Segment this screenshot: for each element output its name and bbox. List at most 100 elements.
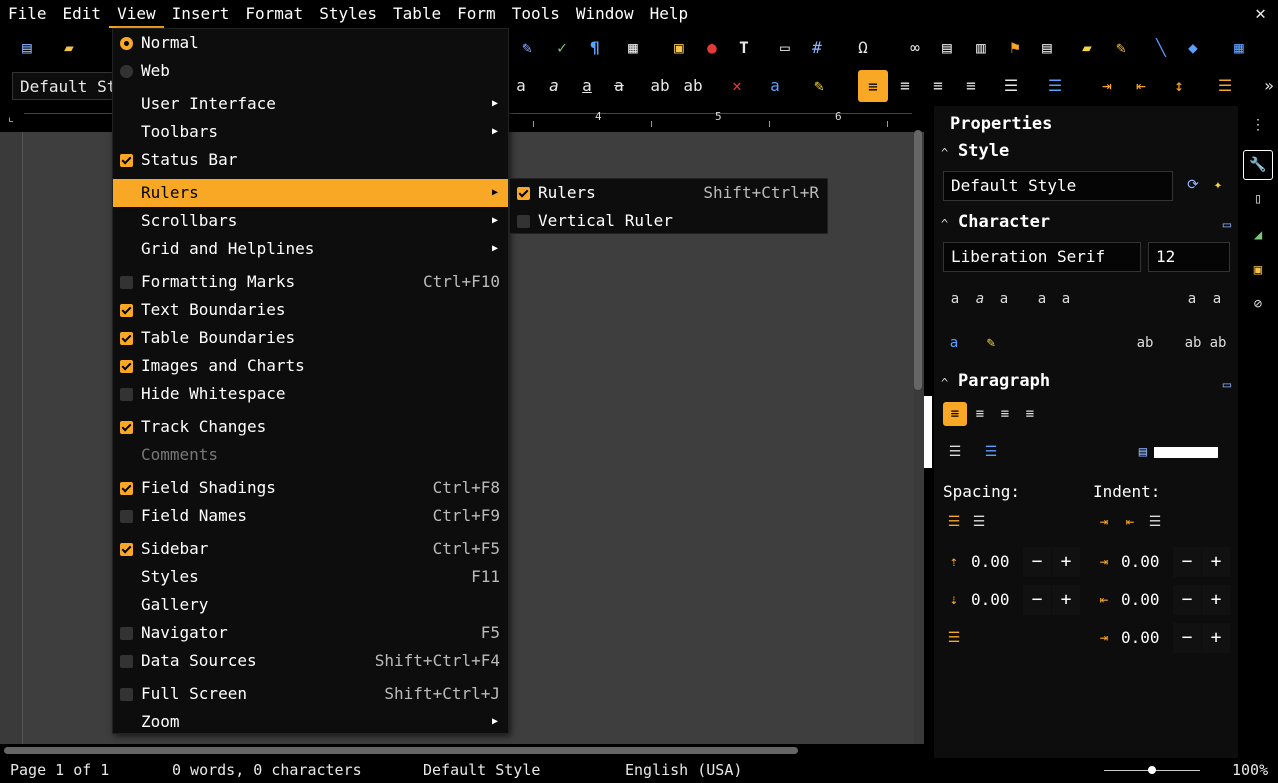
menu-item-images-charts[interactable]: Images and Charts — [113, 352, 508, 380]
subscript-icon[interactable]: ab — [1207, 332, 1229, 354]
styles-tab-icon[interactable]: ◢ — [1247, 224, 1269, 246]
justify-icon[interactable]: ≡ — [1019, 403, 1041, 425]
below-spacing-plus-button[interactable]: + — [1052, 585, 1080, 615]
special-character-icon[interactable]: Ω — [852, 36, 874, 58]
style-section-header[interactable]: Style — [958, 141, 1009, 161]
menu-item-track-changes[interactable]: Track Changes — [113, 413, 508, 441]
insert-textbox-icon[interactable]: T — [733, 36, 755, 58]
align-left-icon[interactable]: ≡ — [943, 402, 967, 426]
menu-item-status-bar[interactable]: Status Bar — [113, 146, 508, 174]
menu-help[interactable]: Help — [642, 0, 697, 28]
after-indent-value[interactable]: 0.00 — [1121, 590, 1160, 609]
bookmark-icon[interactable]: ⚑ — [1004, 36, 1026, 58]
menu-insert[interactable]: Insert — [164, 0, 238, 28]
more-character-options-icon[interactable]: ▭ — [1216, 214, 1238, 236]
first-line-indent-minus-button[interactable]: − — [1173, 623, 1201, 653]
below-spacing-minus-button[interactable]: − — [1023, 585, 1051, 615]
increase-spacing-icon[interactable]: ☰ — [943, 511, 965, 533]
menu-table[interactable]: Table — [385, 0, 449, 28]
paragraph-section-header[interactable]: Paragraph — [958, 371, 1050, 391]
first-line-indent-value[interactable]: 0.00 — [1121, 628, 1160, 647]
menu-window[interactable]: Window — [568, 0, 642, 28]
new-style-icon[interactable]: ✦ — [1207, 174, 1229, 196]
horizontal-scrollbar[interactable] — [4, 747, 798, 754]
grow-font-icon[interactable]: a — [1181, 288, 1203, 310]
menu-item-navigator[interactable]: Navigator F5 — [113, 619, 508, 647]
menu-item-table-boundaries[interactable]: Table Boundaries — [113, 324, 508, 352]
italic-icon[interactable]: a — [543, 74, 565, 96]
autocorrect-icon[interactable]: ✎ — [516, 36, 538, 58]
paragraph-spacing-icon[interactable]: ☰ — [1214, 74, 1236, 96]
new-document-icon[interactable]: ▤ — [16, 36, 38, 58]
page-tab-icon[interactable]: ▯ — [1247, 188, 1269, 210]
draw-functions-icon[interactable]: ▦ — [1228, 36, 1250, 58]
above-spacing-plus-button[interactable]: + — [1052, 547, 1080, 577]
spellcheck-icon[interactable]: ✓ — [551, 36, 573, 58]
decrease-indent-icon[interactable]: ⇤ — [1130, 74, 1152, 96]
comment-icon[interactable]: ▰ — [1076, 36, 1098, 58]
after-indent-minus-button[interactable]: − — [1173, 585, 1201, 615]
tab-stop-icon[interactable]: ⌞ — [4, 110, 18, 124]
line-spacing-icon[interactable]: ☰ — [943, 627, 965, 649]
first-line-indent-plus-button[interactable]: + — [1202, 623, 1230, 653]
superscript-icon[interactable]: ab — [1182, 332, 1204, 354]
subscript-icon[interactable]: ab — [682, 74, 704, 96]
zoom-level[interactable]: 100% — [1232, 761, 1268, 779]
page-break-icon[interactable]: ▭ — [774, 36, 796, 58]
shrink-font-icon[interactable]: a — [1206, 288, 1228, 310]
font-color-icon[interactable]: a — [943, 332, 965, 354]
menu-item-sidebar[interactable]: Sidebar Ctrl+F5 — [113, 535, 508, 563]
superscript-icon[interactable]: ab — [649, 74, 671, 96]
font-size-select[interactable]: 12 — [1148, 242, 1230, 272]
underline-icon[interactable]: a — [993, 288, 1015, 310]
strikethrough-icon[interactable]: a — [1031, 288, 1053, 310]
unordered-list-icon[interactable]: ☰ — [944, 441, 966, 463]
vertical-scrollbar[interactable] — [914, 130, 922, 390]
menu-edit[interactable]: Edit — [55, 0, 110, 28]
navigator-compass-icon[interactable]: ⊘ — [1247, 293, 1269, 315]
menu-item-formatting-marks[interactable]: Formatting Marks Ctrl+F10 — [113, 268, 508, 296]
menu-item-full-screen[interactable]: Full Screen Shift+Ctrl+J — [113, 680, 508, 708]
font-color-icon[interactable]: a — [764, 74, 786, 96]
italic-icon[interactable]: a — [969, 288, 991, 310]
open-folder-icon[interactable]: ▰ — [58, 36, 80, 58]
insert-field-icon[interactable]: # — [806, 36, 828, 58]
menu-view[interactable]: View — [109, 0, 164, 28]
above-spacing-value[interactable]: 0.00 — [971, 552, 1010, 571]
increase-indent-icon[interactable]: ⇥ — [1093, 511, 1115, 533]
language[interactable]: English (USA) — [625, 761, 742, 779]
menu-item-styles[interactable]: Styles F11 — [113, 563, 508, 591]
highlight-color-icon[interactable]: ✎ — [980, 332, 1002, 354]
menu-tools[interactable]: Tools — [504, 0, 568, 28]
menu-form[interactable]: Form — [449, 0, 504, 28]
ordered-list-icon[interactable]: ☰ — [980, 441, 1002, 463]
page-count[interactable]: Page 1 of 1 — [10, 761, 109, 779]
insert-chart-icon[interactable]: ● — [701, 36, 723, 58]
basic-shapes-icon[interactable]: ◆ — [1182, 36, 1204, 58]
font-name-select[interactable]: Liberation Serif — [943, 242, 1141, 272]
menu-item-hide-whitespace[interactable]: Hide Whitespace — [113, 380, 508, 408]
sidebar-menu-icon[interactable]: ⋮ — [1247, 114, 1269, 136]
strikethrough-icon[interactable]: a — [608, 74, 630, 96]
decrease-indent-icon[interactable]: ⇤ — [1119, 511, 1141, 533]
submenu-item-rulers[interactable]: Rulers Shift+Ctrl+R — [510, 179, 827, 207]
before-indent-plus-button[interactable]: + — [1202, 547, 1230, 577]
insert-line-icon[interactable]: ╲ — [1150, 36, 1172, 58]
word-count[interactable]: 0 words, 0 characters — [172, 761, 362, 779]
sidebar-collapse-handle[interactable] — [924, 396, 932, 468]
highlight-color-icon[interactable]: ✎ — [808, 74, 830, 96]
menu-format[interactable]: Format — [237, 0, 311, 28]
below-spacing-value[interactable]: 0.00 — [971, 590, 1010, 609]
collapse-style-icon[interactable]: ^ — [941, 146, 948, 160]
before-indent-value[interactable]: 0.00 — [1121, 552, 1160, 571]
unordered-list-icon[interactable]: ☰ — [1000, 74, 1022, 96]
style-select[interactable]: Default Style — [943, 171, 1173, 201]
character-section-header[interactable]: Character — [958, 212, 1050, 232]
gallery-tab-icon[interactable]: ▣ — [1247, 259, 1269, 281]
paragraph-background-icon[interactable]: ▤ — [1132, 441, 1154, 463]
bold-icon[interactable]: a — [944, 288, 966, 310]
collapse-character-icon[interactable]: ^ — [941, 217, 948, 231]
line-spacing-icon[interactable]: ↕ — [1168, 74, 1190, 96]
align-left-icon[interactable]: ≡ — [858, 70, 888, 102]
after-indent-plus-button[interactable]: + — [1202, 585, 1230, 615]
